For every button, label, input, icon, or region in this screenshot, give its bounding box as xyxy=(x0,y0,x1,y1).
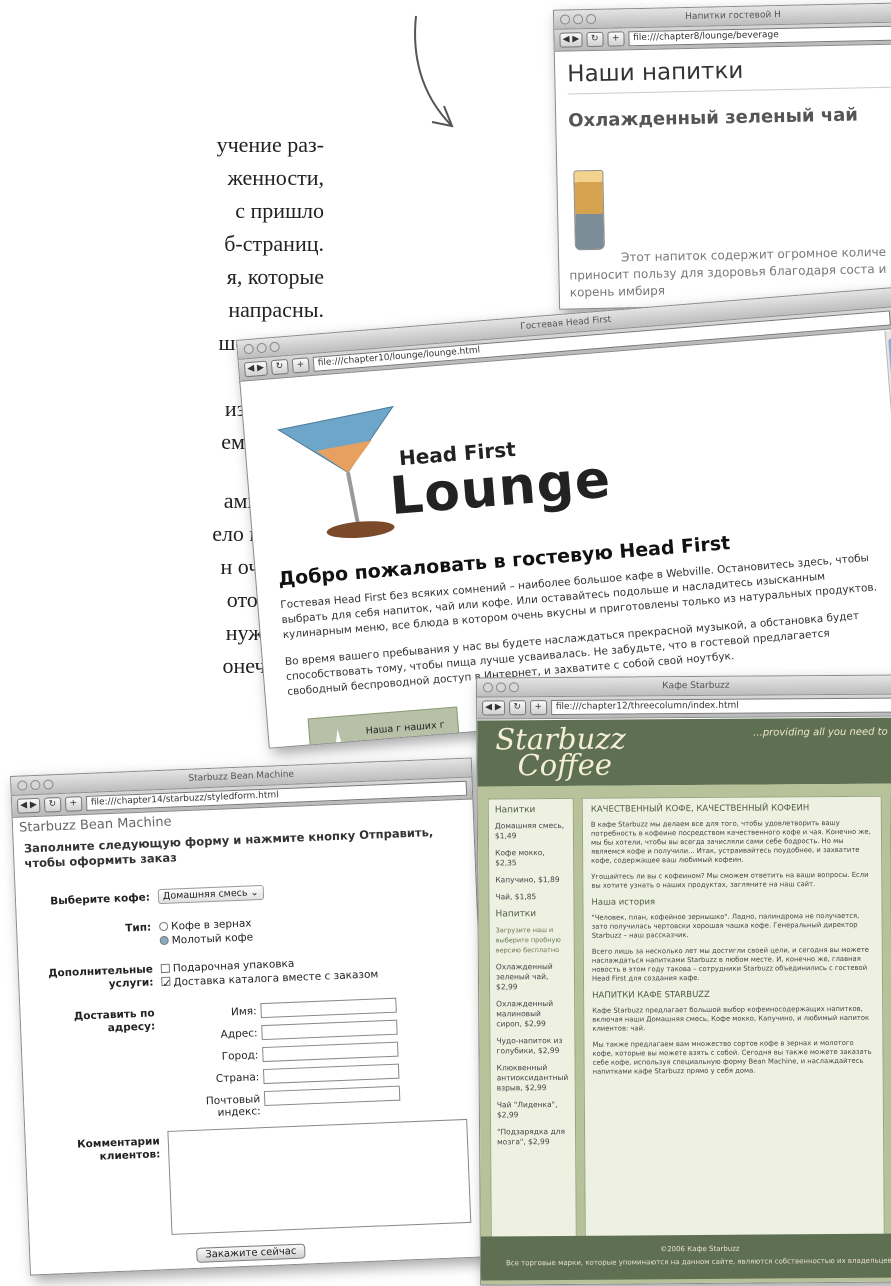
beverages-heading: НАПИТКИ КАФЕ STARBUZZ xyxy=(592,989,710,1001)
country-field[interactable] xyxy=(262,1063,400,1085)
window-title: Кафе Starbuzz xyxy=(662,680,730,692)
ship-label: Доставить по адресу: xyxy=(73,1007,156,1035)
country-label: Страна: xyxy=(215,1071,260,1085)
reload-icon[interactable]: ↻ xyxy=(270,358,289,376)
type-option-ground[interactable]: Молотый кофе xyxy=(159,931,254,947)
zip-field[interactable] xyxy=(263,1085,401,1107)
text-line: напрасны. xyxy=(228,297,324,322)
type-option-label: Молотый кофе xyxy=(171,931,254,947)
site-header: Starbuzz Coffee ...providing all you nee… xyxy=(477,717,891,787)
window-title: Гостевая Head First xyxy=(519,314,612,333)
sidebar-heading: Напитки xyxy=(495,909,537,920)
text-line: женности, xyxy=(227,165,324,190)
beverages-paragraph: Кафе Starbuzz предлагает большой выбор к… xyxy=(592,1004,870,1033)
iced-tea-image xyxy=(573,169,605,251)
address-bar[interactable]: file:///chapter12/threecolumn/index.html xyxy=(550,697,891,716)
name-label: Имя: xyxy=(230,1005,257,1019)
window-title: Напитки гостевой Н xyxy=(685,10,781,23)
coffee-label: Выберите кофе: xyxy=(50,891,151,908)
main-content: КАЧЕСТВЕННЫЙ КОФЕ, КАЧЕСТВЕННЫЙ КОФЕИН В… xyxy=(581,795,885,1250)
trademark-note: Все торговые марки, которые упоминаются … xyxy=(505,1256,891,1268)
beverages-paragraph: Мы также предлагаем вам множество сортов… xyxy=(592,1038,872,1076)
page-title: Наши напитки xyxy=(566,54,891,95)
text-line: б-страниц. xyxy=(224,231,324,256)
text-line: учение раз- xyxy=(216,132,324,157)
add-bookmark-icon[interactable]: + xyxy=(607,31,625,47)
starbuzz-logo: Starbuzz Coffee xyxy=(495,721,626,782)
reload-icon[interactable]: ↻ xyxy=(43,796,62,813)
address-bar[interactable]: file:///chapter8/lounge/beverage xyxy=(628,25,891,47)
sidebar-item: Клюквенный антиоксидантный взрыв, $2,99 xyxy=(496,1063,569,1093)
reload-icon[interactable]: ↻ xyxy=(508,700,526,716)
type-option-label: Кофе в зернах xyxy=(170,917,252,933)
sidebar-item: Охлажденный малиновый сироп, $2,99 xyxy=(496,999,554,1029)
promo-text: Наша г наших г после xyxy=(365,719,446,749)
site-footer: ©2006 Кафе Starbuzz Все торговые марки, … xyxy=(480,1233,891,1281)
traffic-lights[interactable] xyxy=(482,682,519,693)
sidebar-item: Домашняя смесь, $1,49 xyxy=(494,820,565,841)
sidebar-item: Охлажденный зеленый чай, $2,99 xyxy=(495,962,553,992)
city-label: Город: xyxy=(221,1049,259,1063)
address-label: Адрес: xyxy=(220,1027,258,1041)
back-forward-icon[interactable]: ◀ ▶ xyxy=(559,32,583,48)
comments-textarea[interactable] xyxy=(167,1118,472,1235)
type-option-beans[interactable]: Кофе в зернах xyxy=(158,917,252,933)
traffic-lights[interactable] xyxy=(560,13,597,25)
hand-drawn-arrow-icon xyxy=(414,15,454,128)
traffic-lights[interactable] xyxy=(17,779,54,791)
sidebar-item: Чай "Лиденка", $2,99 xyxy=(496,1099,558,1120)
back-forward-icon[interactable]: ◀ ▶ xyxy=(482,700,505,716)
promo-box: Наша г наших г после xyxy=(307,706,462,749)
add-bookmark-icon[interactable]: + xyxy=(64,796,83,812)
history-paragraph: Всего лишь за несколько лет мы достигли … xyxy=(591,945,869,983)
add-bookmark-icon[interactable]: + xyxy=(291,357,310,374)
name-field[interactable] xyxy=(260,997,397,1019)
main-paragraph: Угощайтесь ли вы с кофеином? Мы сможем о… xyxy=(591,870,869,890)
city-field[interactable] xyxy=(262,1041,399,1063)
coffee-select-value: Домашняя смесь xyxy=(162,887,248,902)
main-paragraph: В кафе Starbuzz мы делаем все для того, … xyxy=(590,819,871,865)
back-forward-icon[interactable]: ◀ ▶ xyxy=(16,797,41,814)
extras-label: Дополнительные услуги: xyxy=(47,963,154,991)
browser-toolbar: ◀ ▶ ↻ + file:///chapter12/threecolumn/in… xyxy=(477,694,891,720)
section-title: Охлажденный зеленый чай xyxy=(568,104,859,132)
address-field[interactable] xyxy=(261,1019,398,1041)
tagline: ...providing all you need to life. xyxy=(753,726,891,739)
sidebar: Напитки Домашняя смесь, $1,49 Кофе мокко… xyxy=(487,797,577,1251)
zip-label: Почтовый индекс: xyxy=(205,1093,261,1119)
sidebar-item: Чудо-напиток из голубики, $2,99 xyxy=(496,1035,563,1056)
comments-label: Комментарии клиентов: xyxy=(76,1135,161,1163)
main-heading: КАЧЕСТВЕННЫЙ КОФЕ, КАЧЕСТВЕННЫЙ КОФЕИН xyxy=(590,803,810,815)
order-button[interactable]: Закажите сейчас xyxy=(196,1243,306,1263)
text-line: с пришло xyxy=(235,198,324,223)
scrollbar[interactable] xyxy=(884,330,891,696)
add-bookmark-icon[interactable]: + xyxy=(529,700,547,716)
traffic-lights[interactable] xyxy=(243,341,281,355)
sidebar-item: Капучино, $1,89 xyxy=(495,874,560,885)
history-paragraph: "Человек, план, кофейное зернышко". Ладн… xyxy=(591,911,860,940)
window-titlebar: Кафе Starbuzz xyxy=(476,675,891,698)
reload-icon[interactable]: ↻ xyxy=(586,31,604,48)
text-line: я, которые xyxy=(226,264,324,289)
window-title: Starbuzz Bean Machine xyxy=(188,769,295,784)
beverages-browser-window: Напитки гостевой Н ◀ ▶ ↻ + file:///chapt… xyxy=(552,2,891,310)
sidebar-note: Загрузите наш и выберите пробную версию … xyxy=(495,926,561,955)
logo-big-text: Lounge xyxy=(387,449,614,528)
sidebar-heading: Напитки xyxy=(494,805,536,816)
sidebar-item: Кофе мокко, $2,35 xyxy=(495,848,545,868)
starbuzz-browser-window: Кафе Starbuzz ◀ ▶ ↻ + file:///chapter12/… xyxy=(475,674,891,1286)
type-label: Тип: xyxy=(124,921,152,935)
history-heading: Наша история xyxy=(591,897,656,908)
sidebar-item: Чай, $1,85 xyxy=(495,892,537,902)
logo-line-2: Coffee xyxy=(517,747,613,783)
bean-machine-browser-window: Starbuzz Bean Machine ◀ ▶ ↻ + file:///ch… xyxy=(10,757,492,1276)
back-forward-icon[interactable]: ◀ ▶ xyxy=(243,360,268,378)
head-first-lounge-logo: Head First Lounge xyxy=(273,381,624,558)
coffee-select[interactable]: Домашняя смесь ⌄ xyxy=(157,884,264,905)
sidebar-item: "Подзарядка для мозга", $2,99 xyxy=(497,1126,566,1147)
sparkle-icon xyxy=(321,729,357,749)
